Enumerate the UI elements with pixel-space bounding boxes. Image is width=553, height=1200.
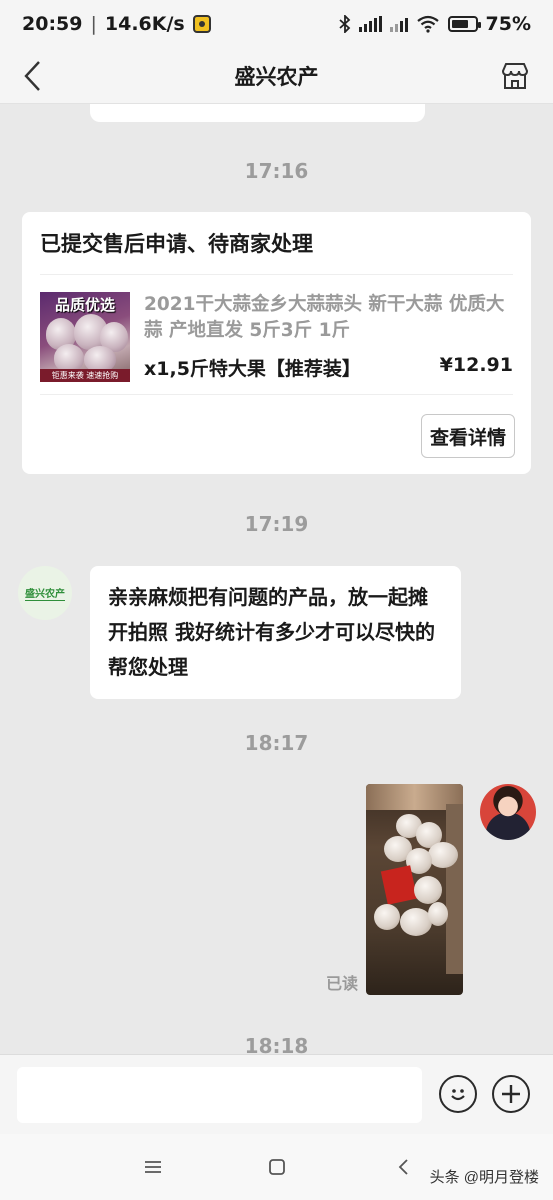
message-input-bar [0, 1054, 553, 1134]
chat-area[interactable]: 17:16 已提交售后申请、待商家处理 品质优选 钜惠来袭 速速抢购 2021干… [0, 104, 553, 1054]
garlic-bulb [414, 876, 442, 904]
message-input[interactable] [17, 1067, 422, 1123]
battery-icon [447, 16, 481, 32]
timestamp: 17:16 [244, 159, 309, 183]
after-sales-order-card[interactable]: 已提交售后申请、待商家处理 品质优选 钜惠来袭 速速抢购 2021干大蒜金乡大蒜… [22, 212, 531, 474]
status-bar: 20:59 | 14.6K/s 75% [0, 0, 553, 48]
status-time: 20:59 [22, 13, 83, 35]
emoji-button[interactable] [439, 1075, 477, 1113]
garlic-bulb [374, 904, 400, 930]
cell-signal-icon [358, 16, 382, 32]
thumbnail-badge: 品质优选 [54, 296, 115, 314]
garlic-bulb [54, 344, 84, 372]
timestamp: 18:17 [244, 731, 309, 755]
watermark: 头条 @明月登楼 [429, 1169, 539, 1186]
timestamp: 17:19 [244, 512, 309, 536]
cell-signal-2-icon [389, 16, 408, 32]
shop-logo-text: 盛兴农产 [25, 585, 65, 601]
home-square-icon [269, 1159, 285, 1175]
garlic-bulb [428, 842, 458, 868]
battery-fill [451, 20, 469, 28]
thumbnail-caption: 钜惠来袭 速速抢购 [40, 369, 130, 382]
product-name: 2021干大蒜金乡大蒜蒜头 新干大蒜 优质大蒜 产地直发 5斤3斤 1斤 [144, 294, 505, 341]
sent-photo[interactable] [366, 784, 463, 995]
order-product[interactable]: 品质优选 钜惠来袭 速速抢购 2021干大蒜金乡大蒜蒜头 新干大蒜 优质大蒜 产… [40, 292, 513, 382]
network-speed: 14.6K/s [104, 13, 185, 35]
battery-percent: 75% [485, 13, 531, 35]
store-button[interactable] [497, 58, 533, 94]
box-side [446, 804, 463, 974]
add-button[interactable] [492, 1075, 530, 1113]
emoji-icon [451, 1089, 465, 1101]
garlic-bulb [428, 902, 448, 926]
back-button[interactable] [14, 56, 50, 96]
wifi-icon [416, 15, 439, 33]
product-spec: x1,5斤特大果【推荐装】 [144, 358, 361, 380]
my-avatar[interactable] [480, 784, 536, 840]
bluetooth-icon [338, 15, 350, 33]
read-receipt: 已读 [326, 974, 359, 993]
store-icon [501, 63, 529, 89]
shop-avatar[interactable]: 盛兴农产 [18, 566, 72, 620]
view-details-button[interactable]: 查看详情 [420, 414, 515, 458]
menu-icon [145, 1161, 161, 1173]
timestamp: 18:18 [244, 1034, 309, 1054]
back-key[interactable] [388, 1152, 418, 1182]
plus-icon [502, 1085, 520, 1103]
after-sales-status: 已提交售后申请、待商家处理 [40, 228, 513, 275]
product-thumbnail[interactable]: 品质优选 钜惠来袭 速速抢购 [40, 292, 130, 382]
back-chevron-icon [24, 61, 40, 91]
app-notification-icon [192, 15, 211, 33]
chat-header: 盛兴农产 [0, 48, 553, 104]
menu-key[interactable] [138, 1152, 168, 1182]
card-divider [40, 394, 513, 395]
home-key[interactable] [262, 1152, 292, 1182]
product-price: ¥12.91 [439, 354, 513, 376]
previous-message-bubble [90, 104, 425, 122]
incoming-message-bubble[interactable]: 亲亲麻烦把有问题的产品，放一起摊开拍照 我好统计有多少才可以尽快的帮您处理 [90, 566, 461, 699]
page-title: 盛兴农产 [234, 64, 319, 89]
back-arrow-icon [398, 1159, 408, 1175]
status-separator: | [90, 13, 97, 35]
